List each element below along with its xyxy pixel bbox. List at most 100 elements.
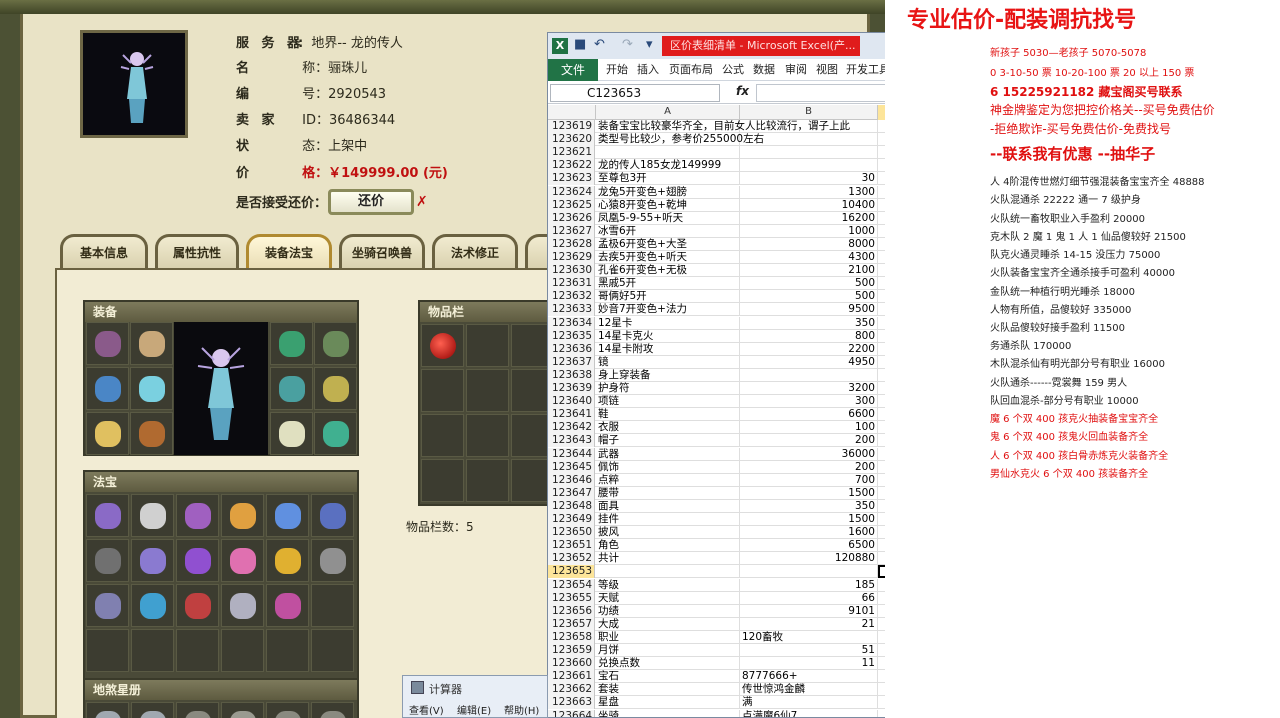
treasure-slot[interactable] bbox=[86, 584, 129, 627]
cell-a[interactable]: 项链 bbox=[596, 395, 740, 409]
row-number[interactable]: 123661 bbox=[548, 670, 595, 684]
cell-a[interactable]: 坐骑 bbox=[596, 709, 740, 717]
row-number[interactable]: 123657 bbox=[548, 617, 595, 631]
treasure-slot-empty[interactable] bbox=[311, 584, 354, 627]
treasure-slot[interactable] bbox=[131, 494, 174, 537]
equip-slot[interactable] bbox=[270, 412, 313, 455]
treasure-slot[interactable] bbox=[221, 494, 264, 537]
treasure-slot[interactable] bbox=[266, 539, 309, 582]
tab-attributes[interactable]: 属性抗性 bbox=[155, 234, 239, 270]
treasure-slot[interactable] bbox=[221, 539, 264, 582]
row-number[interactable]: 123623 bbox=[548, 172, 595, 186]
equip-slot[interactable] bbox=[314, 367, 357, 410]
cell-a[interactable]: 星盘 bbox=[596, 696, 740, 710]
row-number[interactable]: 123660 bbox=[548, 657, 595, 671]
row-number[interactable]: 123630 bbox=[548, 264, 595, 278]
equip-slot[interactable] bbox=[314, 412, 357, 455]
tab-basic-info[interactable]: 基本信息 bbox=[60, 234, 148, 270]
row-number[interactable]: 123642 bbox=[548, 421, 595, 435]
column-header-a[interactable]: A bbox=[596, 105, 740, 120]
equip-slot[interactable] bbox=[86, 412, 129, 455]
cell-a[interactable]: 心猿8开变色+乾坤 bbox=[596, 198, 740, 212]
calc-menu-help[interactable]: 帮助(H) bbox=[504, 702, 539, 717]
star-slot[interactable] bbox=[131, 702, 174, 718]
cell-b[interactable]: 700 bbox=[740, 473, 878, 487]
equip-slot[interactable] bbox=[130, 412, 173, 455]
row-number[interactable]: 123626 bbox=[548, 211, 595, 225]
treasure-slot[interactable] bbox=[176, 494, 219, 537]
cell-b[interactable]: 16200 bbox=[740, 211, 878, 225]
cell-b[interactable]: 51 bbox=[740, 644, 878, 657]
treasure-slot[interactable] bbox=[86, 539, 129, 582]
row-number[interactable]: 123658 bbox=[548, 630, 595, 644]
cell-a[interactable]: 龙的传人185女龙149999 bbox=[596, 159, 740, 173]
inventory-slot-empty[interactable] bbox=[466, 459, 509, 502]
row-number[interactable]: 123663 bbox=[548, 696, 595, 710]
treasure-slot[interactable] bbox=[311, 494, 354, 537]
redo-icon[interactable]: ↷ bbox=[622, 37, 633, 52]
cell-b[interactable]: 8777666+ bbox=[740, 670, 878, 684]
equip-slot[interactable] bbox=[86, 367, 129, 410]
cell-a[interactable]: 大成 bbox=[596, 617, 740, 631]
cell-b[interactable]: 6600 bbox=[740, 408, 878, 422]
cell-a[interactable]: 14星卡附攻 bbox=[596, 342, 740, 356]
tab-home[interactable]: 开始 bbox=[606, 59, 628, 81]
row-number[interactable]: 123664 bbox=[548, 709, 595, 717]
cell-b[interactable] bbox=[740, 133, 878, 147]
cell-a[interactable]: 月饼 bbox=[596, 644, 740, 657]
cell-b[interactable]: 36000 bbox=[740, 447, 878, 461]
cell-b[interactable]: 200 bbox=[740, 460, 878, 474]
cell-b[interactable]: 8000 bbox=[740, 237, 878, 251]
cell-b[interactable]: 350 bbox=[740, 316, 878, 330]
cell-b[interactable]: 4950 bbox=[740, 355, 878, 369]
cell-b[interactable]: 2100 bbox=[740, 264, 878, 278]
cell-b[interactable]: 100 bbox=[740, 421, 878, 435]
cell-b[interactable]: 200 bbox=[740, 434, 878, 448]
treasure-slot[interactable] bbox=[266, 494, 309, 537]
cell-b[interactable]: 21 bbox=[740, 617, 878, 631]
calc-menu-view[interactable]: 查看(V) bbox=[409, 702, 444, 717]
row-number[interactable]: 123636 bbox=[548, 342, 595, 356]
file-tab[interactable]: 文件 bbox=[548, 59, 598, 81]
fx-icon[interactable]: fx bbox=[736, 84, 749, 98]
cell-a[interactable]: 功绩 bbox=[596, 604, 740, 618]
row-number[interactable]: 123619 bbox=[548, 120, 595, 133]
cell-a[interactable]: 黑戚5开 bbox=[596, 277, 740, 291]
cell-a[interactable]: 凤凰5-9-55+听天 bbox=[596, 211, 740, 225]
cell-a[interactable]: 12星卡 bbox=[596, 316, 740, 330]
row-number[interactable]: 123641 bbox=[548, 408, 595, 422]
cell-b[interactable]: 66 bbox=[740, 591, 878, 605]
treasure-slot-empty[interactable] bbox=[311, 629, 354, 672]
row-number[interactable]: 123651 bbox=[548, 539, 595, 553]
undo-icon[interactable]: ↶ bbox=[594, 37, 605, 52]
cell-b[interactable] bbox=[740, 565, 878, 579]
cell-b[interactable]: 满 bbox=[740, 696, 878, 710]
cell-a[interactable] bbox=[596, 565, 740, 579]
row-number[interactable]: 123659 bbox=[548, 644, 595, 657]
row-number[interactable]: 123637 bbox=[548, 355, 595, 369]
cell-b[interactable]: 传世惊鸿金麟 bbox=[740, 683, 878, 697]
tab-spell-mods[interactable]: 法术修正 bbox=[432, 234, 518, 270]
cell-a[interactable]: 装备宝宝比较豪华齐全，目前女人比较流行，谓子上此 bbox=[596, 120, 850, 133]
tab-equipment[interactable]: 装备法宝 bbox=[246, 234, 332, 270]
cell-b[interactable]: 30 bbox=[740, 172, 878, 186]
cell-b[interactable]: 9101 bbox=[740, 604, 878, 618]
inventory-slot-empty[interactable] bbox=[421, 414, 464, 457]
save-icon[interactable]: ■ bbox=[574, 37, 586, 52]
equip-slot[interactable] bbox=[270, 367, 313, 410]
cell-b[interactable]: 500 bbox=[740, 290, 878, 304]
treasure-slot[interactable] bbox=[176, 539, 219, 582]
cell-a[interactable]: 14星卡克火 bbox=[596, 329, 740, 343]
cell-b[interactable] bbox=[740, 120, 878, 133]
cell-a[interactable]: 宝石 bbox=[596, 670, 740, 684]
cell-a[interactable]: 披风 bbox=[596, 526, 740, 540]
cell-b[interactable]: 1500 bbox=[740, 513, 878, 526]
cell-b[interactable]: 点满魔6仙7 bbox=[740, 709, 878, 717]
row-number[interactable]: 123648 bbox=[548, 499, 595, 513]
row-number[interactable]: 123638 bbox=[548, 368, 595, 382]
tab-review[interactable]: 审阅 bbox=[785, 59, 807, 81]
quick-access-dropdown-icon[interactable]: ▾ bbox=[646, 37, 653, 52]
tab-page-layout[interactable]: 页面布局 bbox=[669, 59, 713, 81]
row-number[interactable]: 123646 bbox=[548, 473, 595, 487]
cell-a[interactable]: 腰带 bbox=[596, 486, 740, 500]
